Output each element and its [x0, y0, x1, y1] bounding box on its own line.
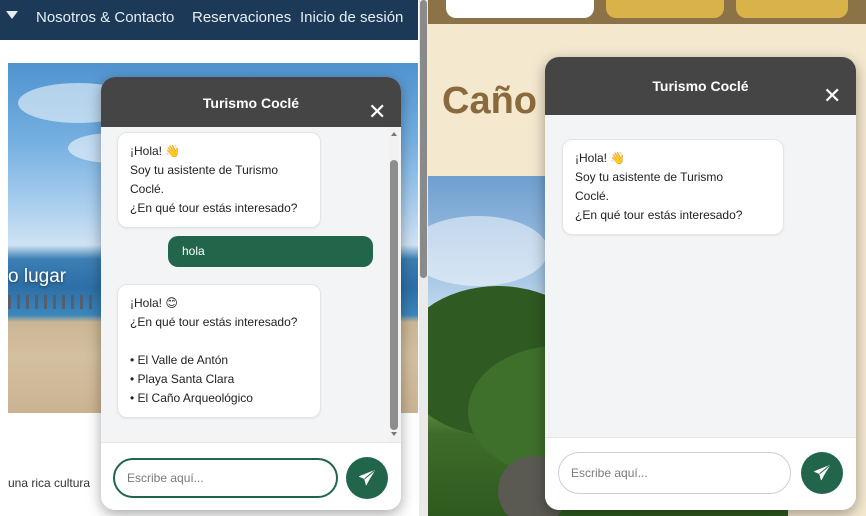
scroll-down-icon[interactable] [391, 432, 397, 436]
message-input[interactable] [558, 452, 791, 494]
user-message: hola [168, 236, 373, 267]
chat-input-bar [101, 442, 401, 510]
bot-message: ¡Hola! 😊 ¿En qué tour estás interesado? … [117, 284, 321, 418]
chevron-down-icon[interactable] [6, 11, 18, 19]
chat-title: Turismo Coclé [652, 78, 749, 94]
page-scrollbar-thumb[interactable] [420, 0, 427, 278]
top-navigation-bar: Nosotros & Contacto Reservaciones Inicio… [0, 0, 418, 40]
chat-header: Turismo Coclé ✕ [545, 57, 856, 115]
scroll-up-icon[interactable] [391, 132, 397, 136]
hero-caption: o lugar [8, 266, 67, 287]
nav-pill[interactable] [736, 0, 848, 18]
bot-message: ¡Hola! 👋 Soy tu asistente de Turismo Coc… [117, 132, 321, 228]
message-input[interactable] [113, 458, 338, 498]
top-bar [428, 0, 866, 24]
chat-widget: Turismo Coclé ✕ ¡Hola! 👋 Soy tu asistent… [545, 57, 856, 510]
nav-pill[interactable] [606, 0, 724, 18]
chat-widget: Turismo Coclé ✕ ¡Hola! 👋 Soy tu asistent… [101, 77, 401, 510]
send-button[interactable] [346, 457, 388, 499]
chat-title: Turismo Coclé [202, 95, 300, 111]
bot-message: ¡Hola! 👋 Soy tu asistente de Turismo Coc… [562, 139, 784, 235]
intro-text: una rica cultura [8, 476, 91, 490]
page-heading: Caño [442, 80, 537, 122]
chat-input-bar [545, 437, 856, 510]
close-icon[interactable]: ✕ [368, 101, 386, 123]
nav-link-contact[interactable]: Nosotros & Contacto [36, 9, 174, 26]
left-browser-view: Nosotros & Contacto Reservaciones Inicio… [0, 0, 418, 516]
chat-scrollbar-thumb[interactable] [390, 160, 398, 430]
right-browser-view: Caño Turismo Coclé ✕ ¡Hola! 👋 Soy tu asi… [428, 0, 866, 516]
paper-plane-icon [814, 465, 830, 481]
nav-pill[interactable] [446, 0, 594, 18]
paper-plane-icon [359, 470, 375, 486]
nav-link-login[interactable]: Inicio de sesión [300, 9, 403, 26]
send-button[interactable] [801, 452, 843, 494]
nav-link-reservations[interactable]: Reservaciones [192, 9, 291, 26]
chat-messages: ¡Hola! 👋 Soy tu asistente de Turismo Coc… [545, 115, 856, 437]
chat-header: Turismo Coclé ✕ [101, 77, 401, 127]
chat-messages: ¡Hola! 👋 Soy tu asistente de Turismo Coc… [101, 127, 401, 442]
close-icon[interactable]: ✕ [823, 85, 841, 107]
